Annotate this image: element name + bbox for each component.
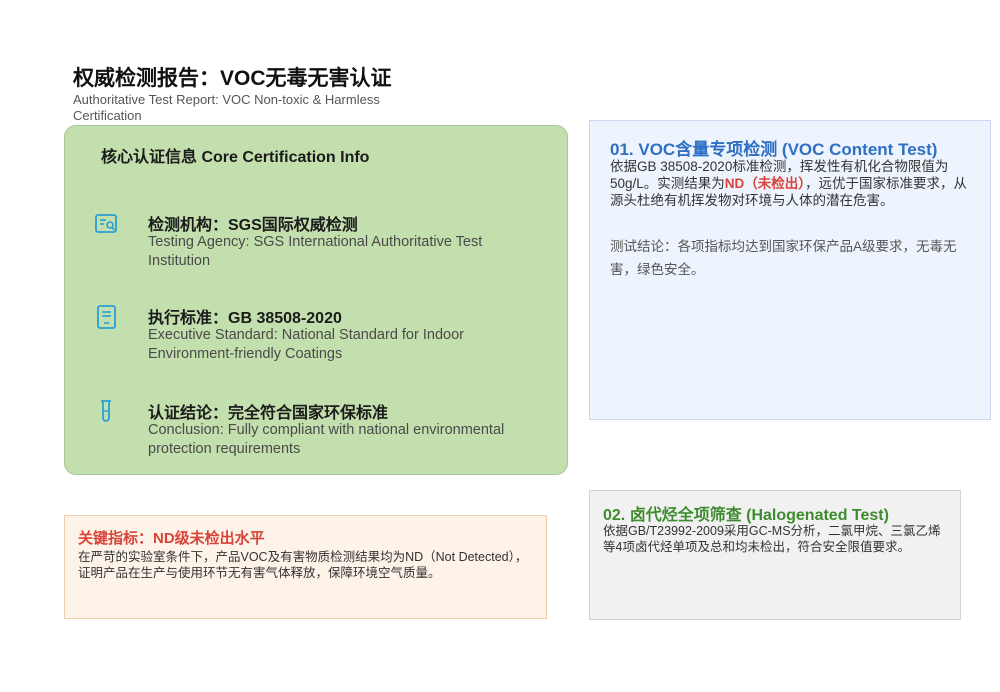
standard-document-icon: [93, 304, 119, 330]
agency-report-icon: [93, 211, 119, 237]
core-item-zh: 认证结论：完全符合国家环保标准: [148, 405, 389, 422]
key-indicator-body: 在严苛的实验室条件下，产品VOC及有害物质检测结果均为ND（Not Detect…: [78, 550, 528, 580]
halogenated-test-card: 02. 卤代烃全项筛查 (Halogenated Test) 依据GB/T239…: [589, 490, 961, 620]
voc-test-conclusion: 测试结论：各项指标均达到国家环保产品A级要求，无毒无害，绿色安全。: [610, 239, 957, 277]
core-card-title: 核心认证信息 Core Certification Info: [101, 149, 370, 166]
core-certification-card: 核心认证信息 Core Certification Info 检测机构：SGS国…: [64, 125, 568, 475]
page-subtitle: Authoritative Test Report: VOC Non-toxic…: [73, 92, 380, 123]
core-item-en: Testing Agency: SGS International Author…: [148, 234, 483, 269]
key-indicator-card: 关键指标：ND级未检出水平 在严苛的实验室条件下，产品VOC及有害物质检测结果均…: [64, 515, 547, 619]
halogenated-test-title: 02. 卤代烃全项筛查 (Halogenated Test): [603, 507, 889, 524]
core-item-zh: 执行标准：GB 38508-2020: [148, 310, 342, 327]
key-indicator-title: 关键指标：ND级未检出水平: [78, 530, 265, 547]
core-item-en: Executive Standard: National Standard fo…: [148, 327, 464, 362]
voc-result-highlight: ND（未检出）: [724, 176, 806, 191]
page-title: 权威检测报告：VOC无毒无害认证: [73, 67, 392, 90]
voc-test-body: 依据GB 38508-2020标准检测，挥发性有机化合物限值为50g/L。实测结…: [610, 158, 978, 209]
core-item-zh: 检测机构：SGS国际权威检测: [148, 217, 358, 234]
core-item-en: Conclusion: Fully compliant with nationa…: [148, 422, 505, 457]
test-tube-icon: [93, 399, 119, 425]
voc-test-title: 01. VOC含量专项检测 (VOC Content Test): [610, 140, 938, 159]
halogenated-test-body: 依据GB/T23992-2009采用GC-MS分析，二氯甲烷、三氯乙烯等4项卤代…: [603, 524, 941, 554]
voc-test-card: 01. VOC含量专项检测 (VOC Content Test) 依据GB 38…: [589, 120, 991, 420]
